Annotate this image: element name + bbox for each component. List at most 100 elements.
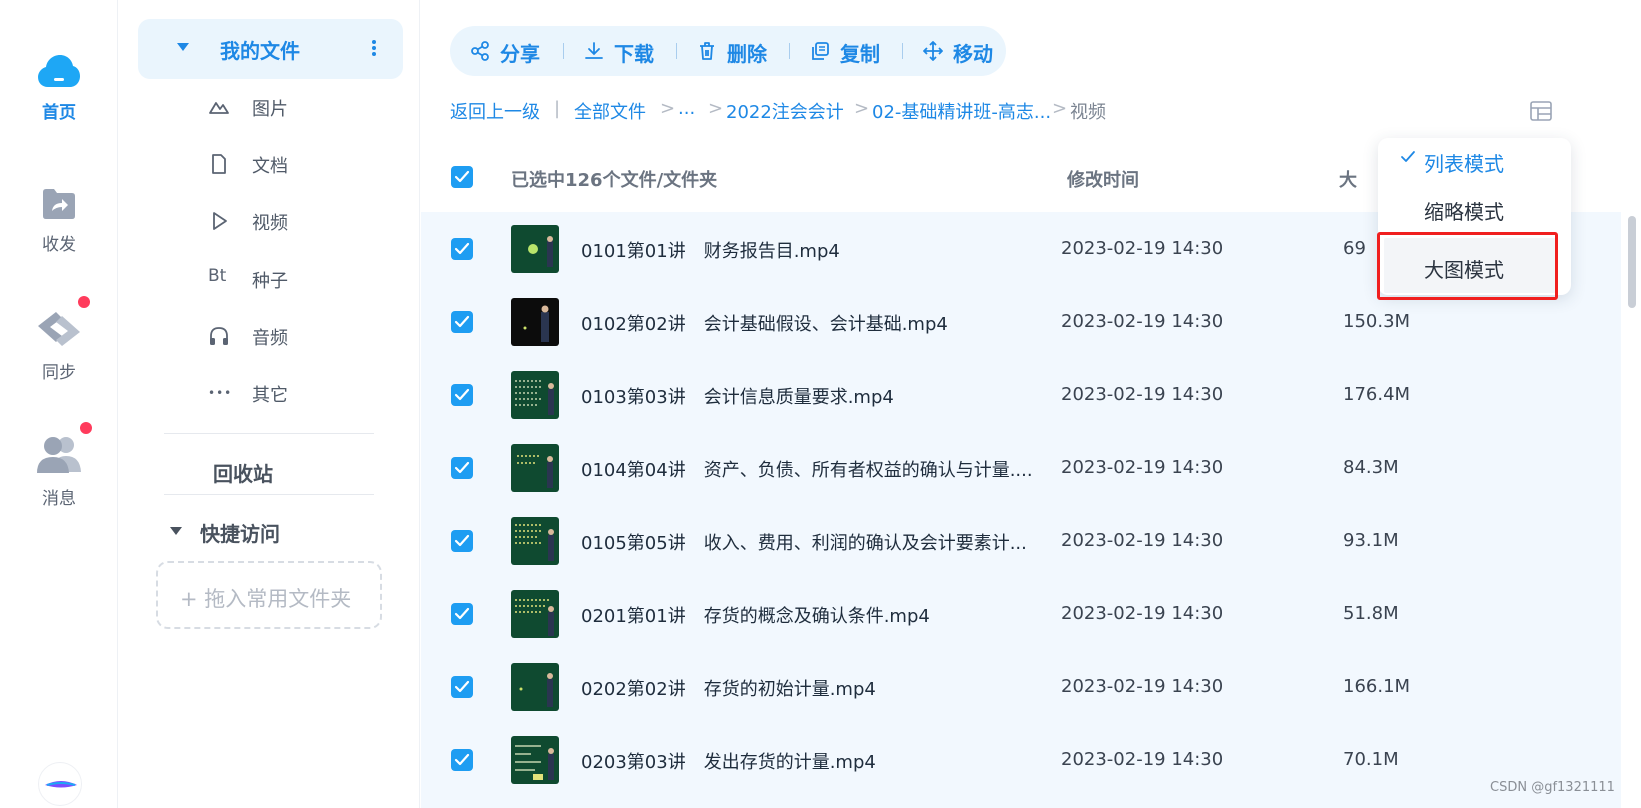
file-time: 2023-02-19 14:30 xyxy=(1061,676,1224,697)
file-name: 0105第05讲 收入、费用、利润的确认及会计要素计... xyxy=(581,533,1027,554)
drop-zone[interactable]: + 拖入常用文件夹 xyxy=(156,561,382,629)
delete-button[interactable]: 删除 xyxy=(697,26,773,76)
select-all-checkbox[interactable] xyxy=(451,166,473,188)
rail-item-send-receive[interactable]: 收发 xyxy=(0,188,118,255)
scrollbar[interactable] xyxy=(1628,216,1636,308)
sidebar-item-videos[interactable]: 视频 xyxy=(208,206,398,236)
breadcrumb-all-files[interactable]: 全部文件 xyxy=(574,98,646,124)
file-name: 0202第02讲 存货的初始计量.mp4 xyxy=(581,679,876,700)
move-button[interactable]: 移动 xyxy=(923,26,999,76)
file-name: 0103第03讲 会计信息质量要求.mp4 xyxy=(581,387,894,408)
file-time: 2023-02-19 14:30 xyxy=(1061,603,1224,624)
file-size: 93.1M xyxy=(1343,530,1399,551)
row-checkbox[interactable] xyxy=(451,311,473,333)
rail-item-messages[interactable]: 消息 xyxy=(0,434,118,509)
recycle-bin[interactable]: 回收站 xyxy=(213,458,273,487)
table-row[interactable]: 0202第02讲 存货的初始计量.mp4 2023-02-19 14:30 16… xyxy=(421,650,1621,725)
selection-count: 已选中126个文件/文件夹 xyxy=(511,170,718,191)
toolbar-separator xyxy=(789,43,790,59)
file-time: 2023-02-19 14:30 xyxy=(1061,530,1224,551)
my-files-item[interactable]: 我的文件 xyxy=(138,19,403,79)
move-icon xyxy=(923,41,943,61)
check-icon xyxy=(454,315,470,328)
menu-item-list-mode[interactable]: 列表模式 xyxy=(1378,138,1571,180)
sidebar-item-label: 文档 xyxy=(252,156,288,177)
menu-item-large-mode[interactable]: 大图模式 xyxy=(1378,244,1571,286)
copy-icon xyxy=(812,42,829,60)
copy-button[interactable]: 复制 xyxy=(810,26,886,76)
sidebar-item-documents[interactable]: 文档 xyxy=(208,149,398,179)
move-label: 移动 xyxy=(953,42,993,66)
trash-icon xyxy=(700,42,714,60)
toolbar-separator xyxy=(676,43,677,59)
menu-item-thumbnail-mode[interactable]: 缩略模式 xyxy=(1378,186,1571,228)
rail-label-sync: 同步 xyxy=(42,363,76,383)
column-header-size[interactable]: 大 xyxy=(1339,166,1357,192)
delete-label: 删除 xyxy=(727,42,767,66)
sidebar: 我的文件 图片 文档 视频 Bt 种子 音频 ••• 其它 回收站 快捷访问 +… xyxy=(118,0,420,808)
video-thumbnail xyxy=(511,736,559,784)
table-row[interactable]: 0201第01讲 存货的概念及确认条件.mp4 2023-02-19 14:30… xyxy=(421,577,1621,652)
table-row[interactable]: 0103第03讲 会计信息质量要求.mp4 2023-02-19 14:30 1… xyxy=(421,358,1621,433)
sidebar-item-audio[interactable]: 音频 xyxy=(208,321,398,351)
divider xyxy=(164,433,374,434)
quick-access[interactable]: 快捷访问 xyxy=(170,518,370,548)
breadcrumb-separator: > xyxy=(708,98,724,119)
torrent-icon: Bt xyxy=(208,266,227,286)
check-icon xyxy=(454,242,470,255)
sidebar-item-images[interactable]: 图片 xyxy=(208,92,398,122)
row-checkbox[interactable] xyxy=(451,238,473,260)
row-checkbox[interactable] xyxy=(451,603,473,625)
sidebar-item-torrents[interactable]: Bt 种子 xyxy=(208,264,398,294)
video-thumbnail xyxy=(511,371,559,419)
breadcrumb-level1[interactable]: 2022注会会计 xyxy=(726,98,844,124)
check-icon xyxy=(454,534,470,547)
file-time: 2023-02-19 14:30 xyxy=(1061,457,1224,478)
table-row[interactable]: 0104第04讲 资产、负债、所有者权益的确认与计量.... 2023-02-1… xyxy=(421,431,1621,506)
caret-down-icon xyxy=(177,43,189,51)
file-name: 0101第01讲 财务报告目.mp4 xyxy=(581,241,840,262)
more-icon: ••• xyxy=(208,386,233,400)
cloud-icon xyxy=(38,55,80,87)
toolbar-separator xyxy=(563,43,564,59)
column-header-time[interactable]: 修改时间 xyxy=(1067,166,1139,192)
rail-label-home: 首页 xyxy=(42,103,76,123)
download-label: 下载 xyxy=(614,42,654,66)
sidebar-item-other[interactable]: ••• 其它 xyxy=(208,378,398,408)
image-icon xyxy=(209,102,229,114)
view-mode-icon[interactable] xyxy=(1530,101,1552,121)
rail-item-sync[interactable]: 同步 xyxy=(0,310,118,383)
row-checkbox[interactable] xyxy=(451,530,473,552)
kebab-menu-icon[interactable] xyxy=(370,39,378,59)
file-size: 69 xyxy=(1343,238,1366,259)
messages-badge xyxy=(80,422,92,434)
action-toolbar: 分享 下载 删除 复制 移动 xyxy=(450,26,1006,76)
video-thumbnail xyxy=(511,225,559,273)
breadcrumb-separator: | xyxy=(554,98,561,119)
breadcrumb-back[interactable]: 返回上一级 xyxy=(450,98,540,124)
file-name: 0102第02讲 会计基础假设、会计基础.mp4 xyxy=(581,314,948,335)
download-button[interactable]: 下载 xyxy=(584,26,660,76)
row-checkbox[interactable] xyxy=(451,676,473,698)
table-row[interactable]: 0203第03讲 发出存货的计量.mp4 2023-02-19 14:30 70… xyxy=(421,723,1621,798)
copy-label: 复制 xyxy=(840,42,880,66)
rail-label-messages: 消息 xyxy=(42,489,76,509)
file-size: 84.3M xyxy=(1343,457,1399,478)
users-icon xyxy=(37,437,81,473)
breadcrumb-separator: > xyxy=(854,98,870,119)
breadcrumb-level2[interactable]: 02-基础精讲班-高志... xyxy=(872,98,1051,124)
row-checkbox[interactable] xyxy=(451,749,473,771)
share-button[interactable]: 分享 xyxy=(470,26,546,76)
table-row[interactable]: 0102第02讲 会计基础假设、会计基础.mp4 2023-02-19 14:3… xyxy=(421,285,1621,360)
check-icon xyxy=(454,607,470,620)
sidebar-item-label: 音频 xyxy=(252,328,288,349)
row-checkbox[interactable] xyxy=(451,384,473,406)
file-name: 0201第01讲 存货的概念及确认条件.mp4 xyxy=(581,606,930,627)
avatar[interactable] xyxy=(38,762,82,806)
table-row[interactable]: 0105第05讲 收入、费用、利润的确认及会计要素计... 2023-02-19… xyxy=(421,504,1621,579)
breadcrumb-ellipsis[interactable]: ... xyxy=(678,98,695,119)
sidebar-item-label: 其它 xyxy=(252,385,288,406)
row-checkbox[interactable] xyxy=(451,457,473,479)
rail-item-home[interactable]: 首页 xyxy=(0,54,118,123)
toolbar-separator xyxy=(902,43,903,59)
